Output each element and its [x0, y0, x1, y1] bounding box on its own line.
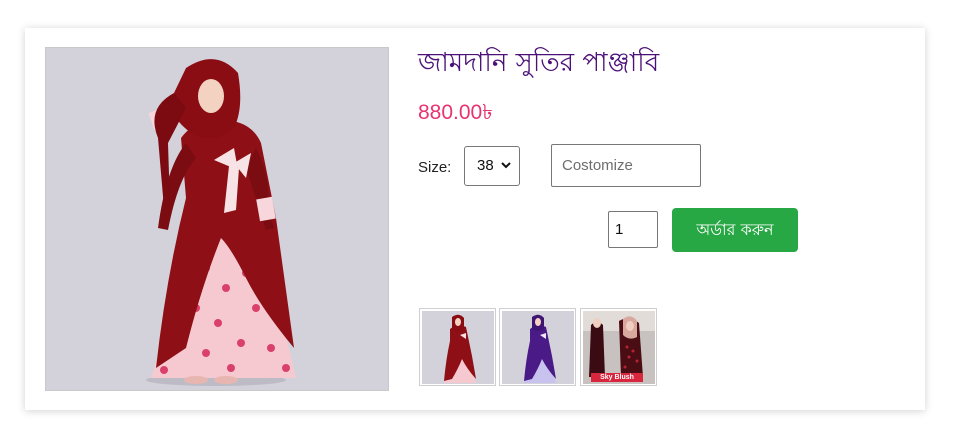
thumbnail-maroon-floral[interactable]	[419, 308, 496, 386]
size-select[interactable]: 38	[464, 146, 520, 186]
dress-illustration	[46, 48, 388, 390]
size-select-value: 38	[477, 157, 494, 174]
thumbnail-badge: Sky Blush	[591, 373, 643, 382]
product-card: জামদানি সুতির পাঞ্জাবি 880.00৳ Size: 38 …	[25, 28, 925, 410]
product-price: 880.00৳	[418, 101, 493, 124]
order-button[interactable]: অর্ডার করুন	[672, 208, 798, 252]
quantity-input[interactable]	[608, 211, 658, 248]
thumbnail-purple[interactable]	[499, 308, 576, 386]
chevron-down-icon	[501, 162, 511, 169]
product-main-image[interactable]	[45, 47, 389, 391]
product-title: জামদানি সুতির পাঞ্জাবি	[418, 48, 660, 78]
size-label: Size:	[418, 159, 452, 176]
customize-input[interactable]	[551, 144, 701, 187]
thumbnail-black-red-hijab[interactable]: Sky Blush	[580, 308, 657, 386]
